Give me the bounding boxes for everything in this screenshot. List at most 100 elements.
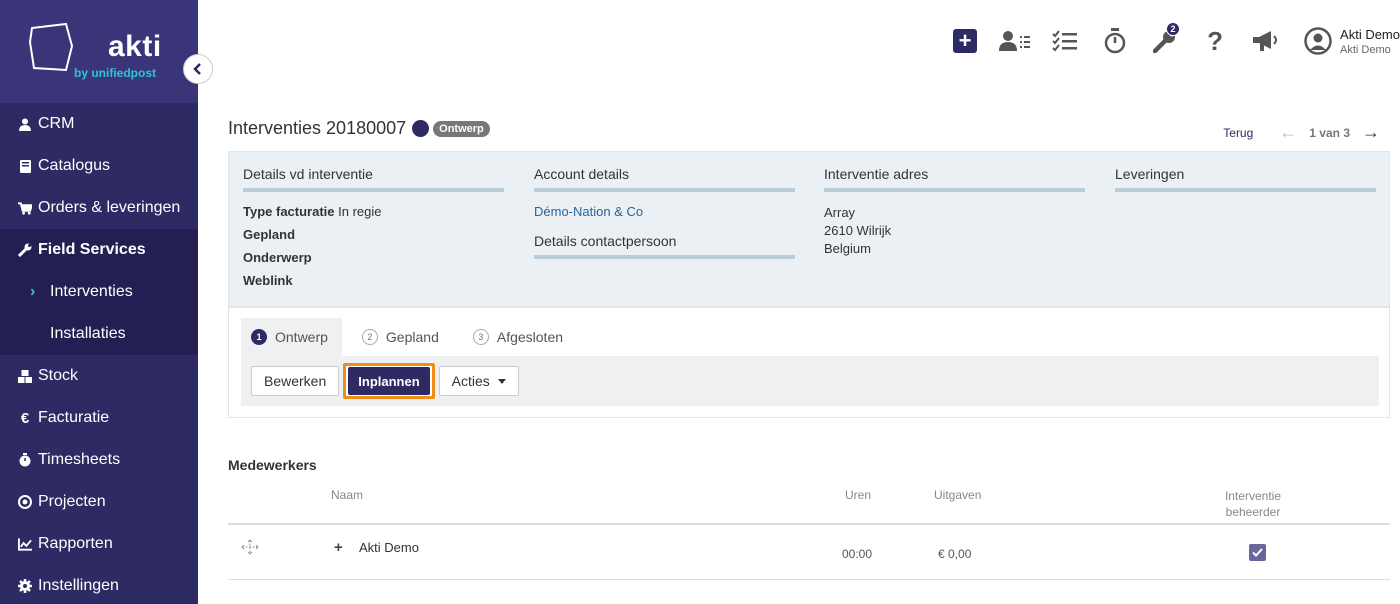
leveringen-heading: Leveringen [1115, 166, 1376, 192]
employee-name: Akti Demo [359, 540, 419, 555]
account-link[interactable]: Démo-Nation & Co [534, 204, 795, 219]
check-icon [1252, 548, 1263, 557]
target-icon [18, 495, 32, 509]
sidebar-item-crm[interactable]: CRM [0, 103, 198, 145]
weblink-label: Weblink [243, 273, 293, 288]
stopwatch-icon [18, 453, 32, 467]
schedule-button-highlight[interactable]: Inplannen [343, 363, 435, 399]
cubes-icon [18, 369, 32, 383]
tools-button[interactable]: 2 [1140, 22, 1190, 58]
prev-arrow-icon[interactable]: ← [1279, 122, 1297, 143]
sidebar-item-timesheets[interactable]: Timesheets [0, 439, 198, 481]
sidebar: akti by unifiedpost CRM Catalogus Orders… [0, 0, 213, 604]
user-info: Akti Demo Akti Demo [1340, 27, 1400, 56]
sidebar-item-label: Orders & leveringen [38, 199, 181, 216]
help-button[interactable]: ? [1190, 24, 1240, 58]
sidebar-item-stock[interactable]: Stock [0, 355, 198, 397]
announcements-button[interactable] [1240, 24, 1290, 58]
type-facturatie: Type facturatie In regie [243, 204, 504, 219]
action-toolbar: Bewerken Inplannen Acties [241, 356, 1379, 406]
sidebar-item-installaties[interactable]: Installaties [0, 313, 198, 355]
table-header: Naam Uren Uitgaven Interventie beheerder [228, 484, 1390, 525]
tab-label: Ontwerp [275, 329, 328, 345]
onderwerp-row: Onderwerp [243, 250, 504, 265]
status-steps: 1 Ontwerp 2 Gepland 3 Afgesloten [241, 318, 587, 356]
euro-icon: € [20, 409, 30, 427]
status-dot [412, 120, 430, 137]
title-row: Interventies 20180007 Ontwerp [228, 118, 490, 139]
sidebar-item-label: Facturatie [38, 409, 110, 426]
sidebar-item-instellingen[interactable]: Instellingen [0, 565, 198, 604]
weblink-row: Weblink [243, 273, 504, 288]
gear-icon [18, 579, 32, 593]
sidebar-item-label: Catalogus [38, 157, 111, 174]
col-manager: Interventie beheerder [1198, 488, 1308, 520]
page-title: Interventies 20180007 [228, 118, 407, 138]
avatar-icon [1304, 27, 1332, 55]
sidebar-item-label: Rapporten [38, 535, 113, 552]
sidebar-item-projecten[interactable]: Projecten [0, 481, 198, 523]
checklist-icon [1052, 30, 1078, 52]
tab-ontwerp[interactable]: 1 Ontwerp [241, 318, 342, 356]
megaphone-icon [1253, 31, 1278, 51]
back-link[interactable]: Terug [1223, 126, 1253, 140]
account-column: Account details Démo-Nation & Co Details… [534, 166, 795, 259]
status-badge: Ontwerp [433, 120, 490, 137]
address-block: Array 2610 Wilrijk Belgium [824, 204, 1085, 258]
type-value: In regie [338, 204, 382, 219]
employee-hours: 00:00 [842, 547, 873, 561]
tab-label: Afgesloten [496, 329, 564, 345]
user-menu[interactable]: Akti Demo Akti Demo [1304, 27, 1400, 56]
col-manager-line-2: beheerder [1225, 505, 1281, 519]
sidebar-item-label: CRM [38, 115, 75, 132]
expand-icon[interactable]: + [334, 539, 343, 556]
sidebar-item-interventies[interactable]: › Interventies [0, 271, 198, 313]
user-company: Akti Demo [1340, 43, 1391, 56]
edit-button[interactable]: Bewerken [251, 366, 340, 396]
sidebar-item-rapporten[interactable]: Rapporten [0, 523, 198, 565]
tab-label: Gepland [385, 329, 439, 345]
cart-icon [18, 201, 32, 215]
wrench-icon [18, 243, 32, 257]
schedule-button[interactable]: Inplannen [348, 367, 430, 395]
sidebar-item-orders[interactable]: Orders & leveringen [0, 187, 198, 229]
actions-label: Acties [451, 373, 490, 389]
brand-name: akti [108, 30, 162, 63]
user-icon [18, 117, 32, 131]
details-panel: Details vd interventie Type facturatie I… [228, 151, 1390, 307]
caret-down-icon [497, 378, 506, 384]
chevron-right-icon: › [30, 283, 36, 300]
leveringen-column: Leveringen [1115, 166, 1376, 192]
logo-area: akti by unifiedpost [0, 0, 198, 103]
actions-dropdown[interactable]: Acties [438, 366, 519, 396]
collapse-sidebar-button[interactable] [183, 54, 213, 84]
medewerkers-title: Medewerkers [228, 457, 317, 473]
drag-handle-icon[interactable] [241, 539, 259, 555]
tab-afgesloten[interactable]: 3 Afgesloten [463, 318, 577, 356]
tasks-button[interactable] [1040, 24, 1090, 58]
timer-button[interactable] [1090, 24, 1140, 58]
sidebar-item-label: Field Services [38, 241, 146, 258]
brand-sub: by unifiedpost [74, 66, 156, 80]
next-arrow-icon[interactable]: → [1362, 122, 1380, 143]
pager-count: 1 van 3 [1309, 125, 1350, 140]
manager-checkbox[interactable] [1249, 544, 1266, 561]
akti-logo-icon [28, 22, 74, 72]
medewerkers-table: Naam Uren Uitgaven Interventie beheerder… [228, 484, 1390, 580]
user-list-icon [999, 31, 1031, 51]
steps-panel: 1 Ontwerp 2 Gepland 3 Afgesloten Bewerke… [228, 307, 1390, 418]
employee-expenses: € 0,00 [938, 547, 972, 561]
sidebar-item-facturatie[interactable]: € Facturatie [0, 397, 198, 439]
plus-icon: + [953, 29, 978, 53]
add-button[interactable]: + [940, 24, 990, 58]
address-column: Interventie adres Array 2610 Wilrijk Bel… [824, 166, 1085, 258]
gepland-row: Gepland [243, 227, 504, 242]
sidebar-item-catalogus[interactable]: Catalogus [0, 145, 198, 187]
sidebar-item-field-services[interactable]: Field Services [0, 229, 198, 271]
tab-gepland[interactable]: 2 Gepland [352, 318, 453, 356]
address-heading: Interventie adres [824, 166, 1085, 192]
sidebar-item-label: Installaties [50, 325, 126, 342]
col-hours: Uren [845, 488, 872, 502]
contacts-button[interactable] [990, 24, 1040, 58]
details-column: Details vd interventie Type facturatie I… [243, 166, 504, 288]
